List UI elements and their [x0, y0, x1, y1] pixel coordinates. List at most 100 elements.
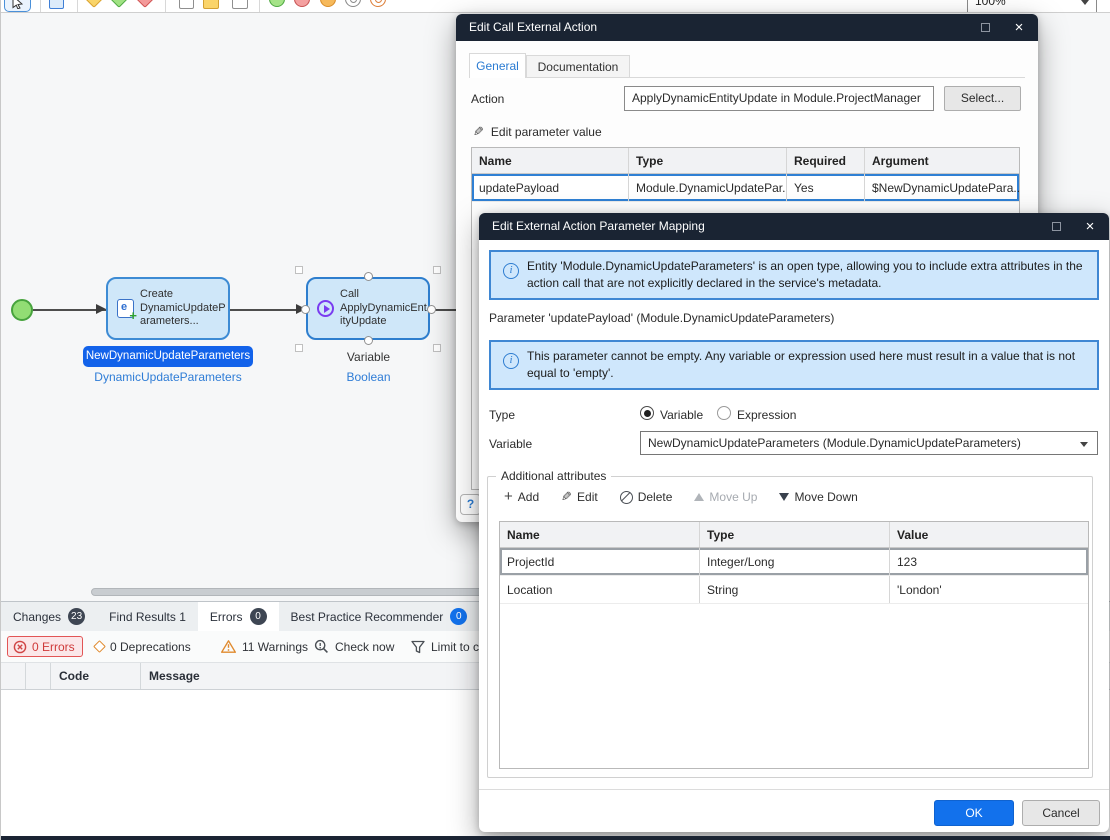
radio-variable-label[interactable]: Variable [660, 408, 703, 422]
triangle-down-icon [779, 493, 789, 501]
tab-count-badge: 0 [250, 608, 267, 625]
action-value-field[interactable]: ApplyDynamicEntityUpdate in Module.Proje… [624, 86, 934, 111]
merge-tool-icon[interactable] [109, 0, 129, 8]
annotation-tool-icon[interactable] [49, 0, 64, 9]
error-decision-tool-icon[interactable] [135, 0, 155, 8]
table-cell: $NewDynamicUpdatePara... [865, 174, 1019, 201]
maximize-button[interactable] [970, 14, 1000, 41]
toolbar-separator [77, 0, 78, 12]
toolbar-separator [40, 0, 41, 12]
column-header-code[interactable]: Code [51, 663, 141, 689]
edit-button[interactable]: ✎ Edit [561, 489, 598, 505]
column-header[interactable]: Value [890, 522, 1088, 547]
info-icon: i [503, 263, 519, 279]
table-row[interactable]: LocationString'London' [500, 576, 1088, 604]
selection-handle[interactable] [433, 344, 441, 352]
cancel-button[interactable]: Cancel [1022, 800, 1100, 826]
delete-button[interactable]: Delete [620, 490, 673, 504]
selection-handle[interactable] [295, 344, 303, 352]
check-now-button[interactable]: Check now [314, 636, 394, 657]
dialog-titlebar[interactable]: Edit Call External Action × [456, 14, 1038, 41]
column-header[interactable]: Type [700, 522, 890, 547]
close-button[interactable]: × [1075, 213, 1105, 240]
play-icon [317, 300, 334, 317]
selection-handle[interactable] [427, 305, 436, 314]
dialog-titlebar[interactable]: Edit External Action Parameter Mapping × [479, 213, 1109, 240]
warnings-filter-label: 11 Warnings [242, 640, 308, 654]
window-bottom-border [1, 836, 1110, 840]
help-button[interactable]: ? [460, 494, 481, 515]
table-cell: Location [500, 576, 700, 603]
selection-handle[interactable] [301, 305, 310, 314]
document-tool-icon[interactable] [179, 0, 194, 9]
limit-filter-button[interactable]: Limit to c [411, 636, 479, 657]
node-label: Create DynamicUpdateP arameters... [140, 288, 226, 329]
flow-edge[interactable] [230, 309, 306, 311]
move-up-button[interactable]: Move Up [694, 490, 757, 504]
variable-dropdown[interactable]: NewDynamicUpdateParameters (Module.Dynam… [640, 431, 1098, 455]
break-event-tool-icon[interactable] [345, 0, 361, 7]
bottom-tab-label: Changes [13, 610, 61, 624]
call-external-action-node[interactable]: Call ApplyDynamicEnt ityUpdate [306, 277, 430, 340]
maximize-button[interactable] [1041, 213, 1071, 240]
error-event-tool-icon[interactable] [320, 0, 336, 7]
start-event-node[interactable] [11, 299, 33, 321]
column-header[interactable]: Name [500, 522, 700, 547]
table-row[interactable]: updatePayloadModule.DynamicUpdatePar...Y… [472, 174, 1019, 202]
edit-parameter-value-label: Edit parameter value [491, 125, 602, 139]
triangle-glyph [324, 305, 330, 313]
bottom-tab-changes[interactable]: Changes23 [1, 602, 97, 631]
attributes-toolbar: +Add ✎ Edit Delete Move Up Move Down [504, 487, 858, 507]
column-header[interactable]: Argument [865, 148, 1019, 173]
decision-tool-icon[interactable] [84, 0, 104, 8]
close-button[interactable]: × [1004, 14, 1034, 41]
parameter-line: Parameter 'updatePayload' (Module.Dynami… [489, 311, 834, 325]
end-event-tool-icon[interactable] [294, 0, 310, 7]
note-tool-icon[interactable] [203, 0, 219, 9]
dialog-title: Edit External Action Parameter Mapping [492, 219, 705, 233]
create-object-icon: e+ [117, 299, 134, 318]
edit-parameter-value-button[interactable]: ✎ Edit parameter value [473, 124, 602, 140]
bottom-tab-errors[interactable]: Errors0 [198, 602, 279, 631]
tab-documentation[interactable]: Documentation [526, 55, 630, 77]
node-label: Call ApplyDynamicEnt ityUpdate [340, 288, 427, 329]
selection-handle[interactable] [433, 266, 441, 274]
tab-strip-line [469, 77, 1025, 78]
pointer-tool-button[interactable] [4, 0, 31, 12]
errors-filter-button[interactable]: 0 Errors [7, 636, 83, 657]
column-header-icon[interactable] [1, 663, 26, 689]
add-button[interactable]: +Add [504, 490, 539, 504]
start-event-tool-icon[interactable] [269, 0, 285, 7]
radio-variable[interactable] [640, 406, 654, 420]
pencil-icon: ✎ [561, 489, 572, 505]
continue-event-tool-icon[interactable] [370, 0, 386, 7]
table-row[interactable]: ProjectIdInteger/Long123 [500, 548, 1088, 576]
variable-label: Variable [489, 437, 532, 451]
warnings-filter-button[interactable]: 11 Warnings [221, 636, 308, 657]
ok-button[interactable]: OK [934, 800, 1014, 826]
select-action-button[interactable]: Select... [944, 86, 1021, 111]
create-object-node[interactable]: e+ Create DynamicUpdateP arameters... [106, 277, 230, 340]
tab-general[interactable]: General [469, 53, 526, 78]
app-window: 100% e+ Create DynamicUpdateP arameters.… [0, 0, 1110, 840]
move-down-button[interactable]: Move Down [779, 490, 857, 504]
radio-expression[interactable] [717, 406, 731, 420]
selection-handle[interactable] [364, 272, 373, 281]
edit-label: Edit [577, 490, 598, 504]
zoom-level-select[interactable]: 100% [967, 0, 1097, 13]
column-header[interactable]: Name [472, 148, 629, 173]
bottom-tab-find-results-1[interactable]: Find Results 1 [97, 602, 198, 631]
bottom-tab-best-practice-recommender[interactable]: Best Practice Recommender0 [279, 602, 480, 631]
loop-tool-icon[interactable] [232, 0, 248, 9]
variable-name-badge[interactable]: NewDynamicUpdateParameters [83, 346, 253, 367]
radio-expression-label[interactable]: Expression [737, 408, 796, 422]
ring-inner [350, 0, 357, 3]
move-up-label: Move Up [709, 490, 757, 504]
table-cell: Integer/Long [700, 548, 890, 575]
selection-handle[interactable] [295, 266, 303, 274]
deprecations-filter-button[interactable]: 0 Deprecations [95, 636, 191, 657]
selection-handle[interactable] [364, 336, 373, 345]
column-header[interactable]: Type [629, 148, 787, 173]
column-header[interactable]: Required [787, 148, 865, 173]
column-header-icon[interactable] [26, 663, 51, 689]
